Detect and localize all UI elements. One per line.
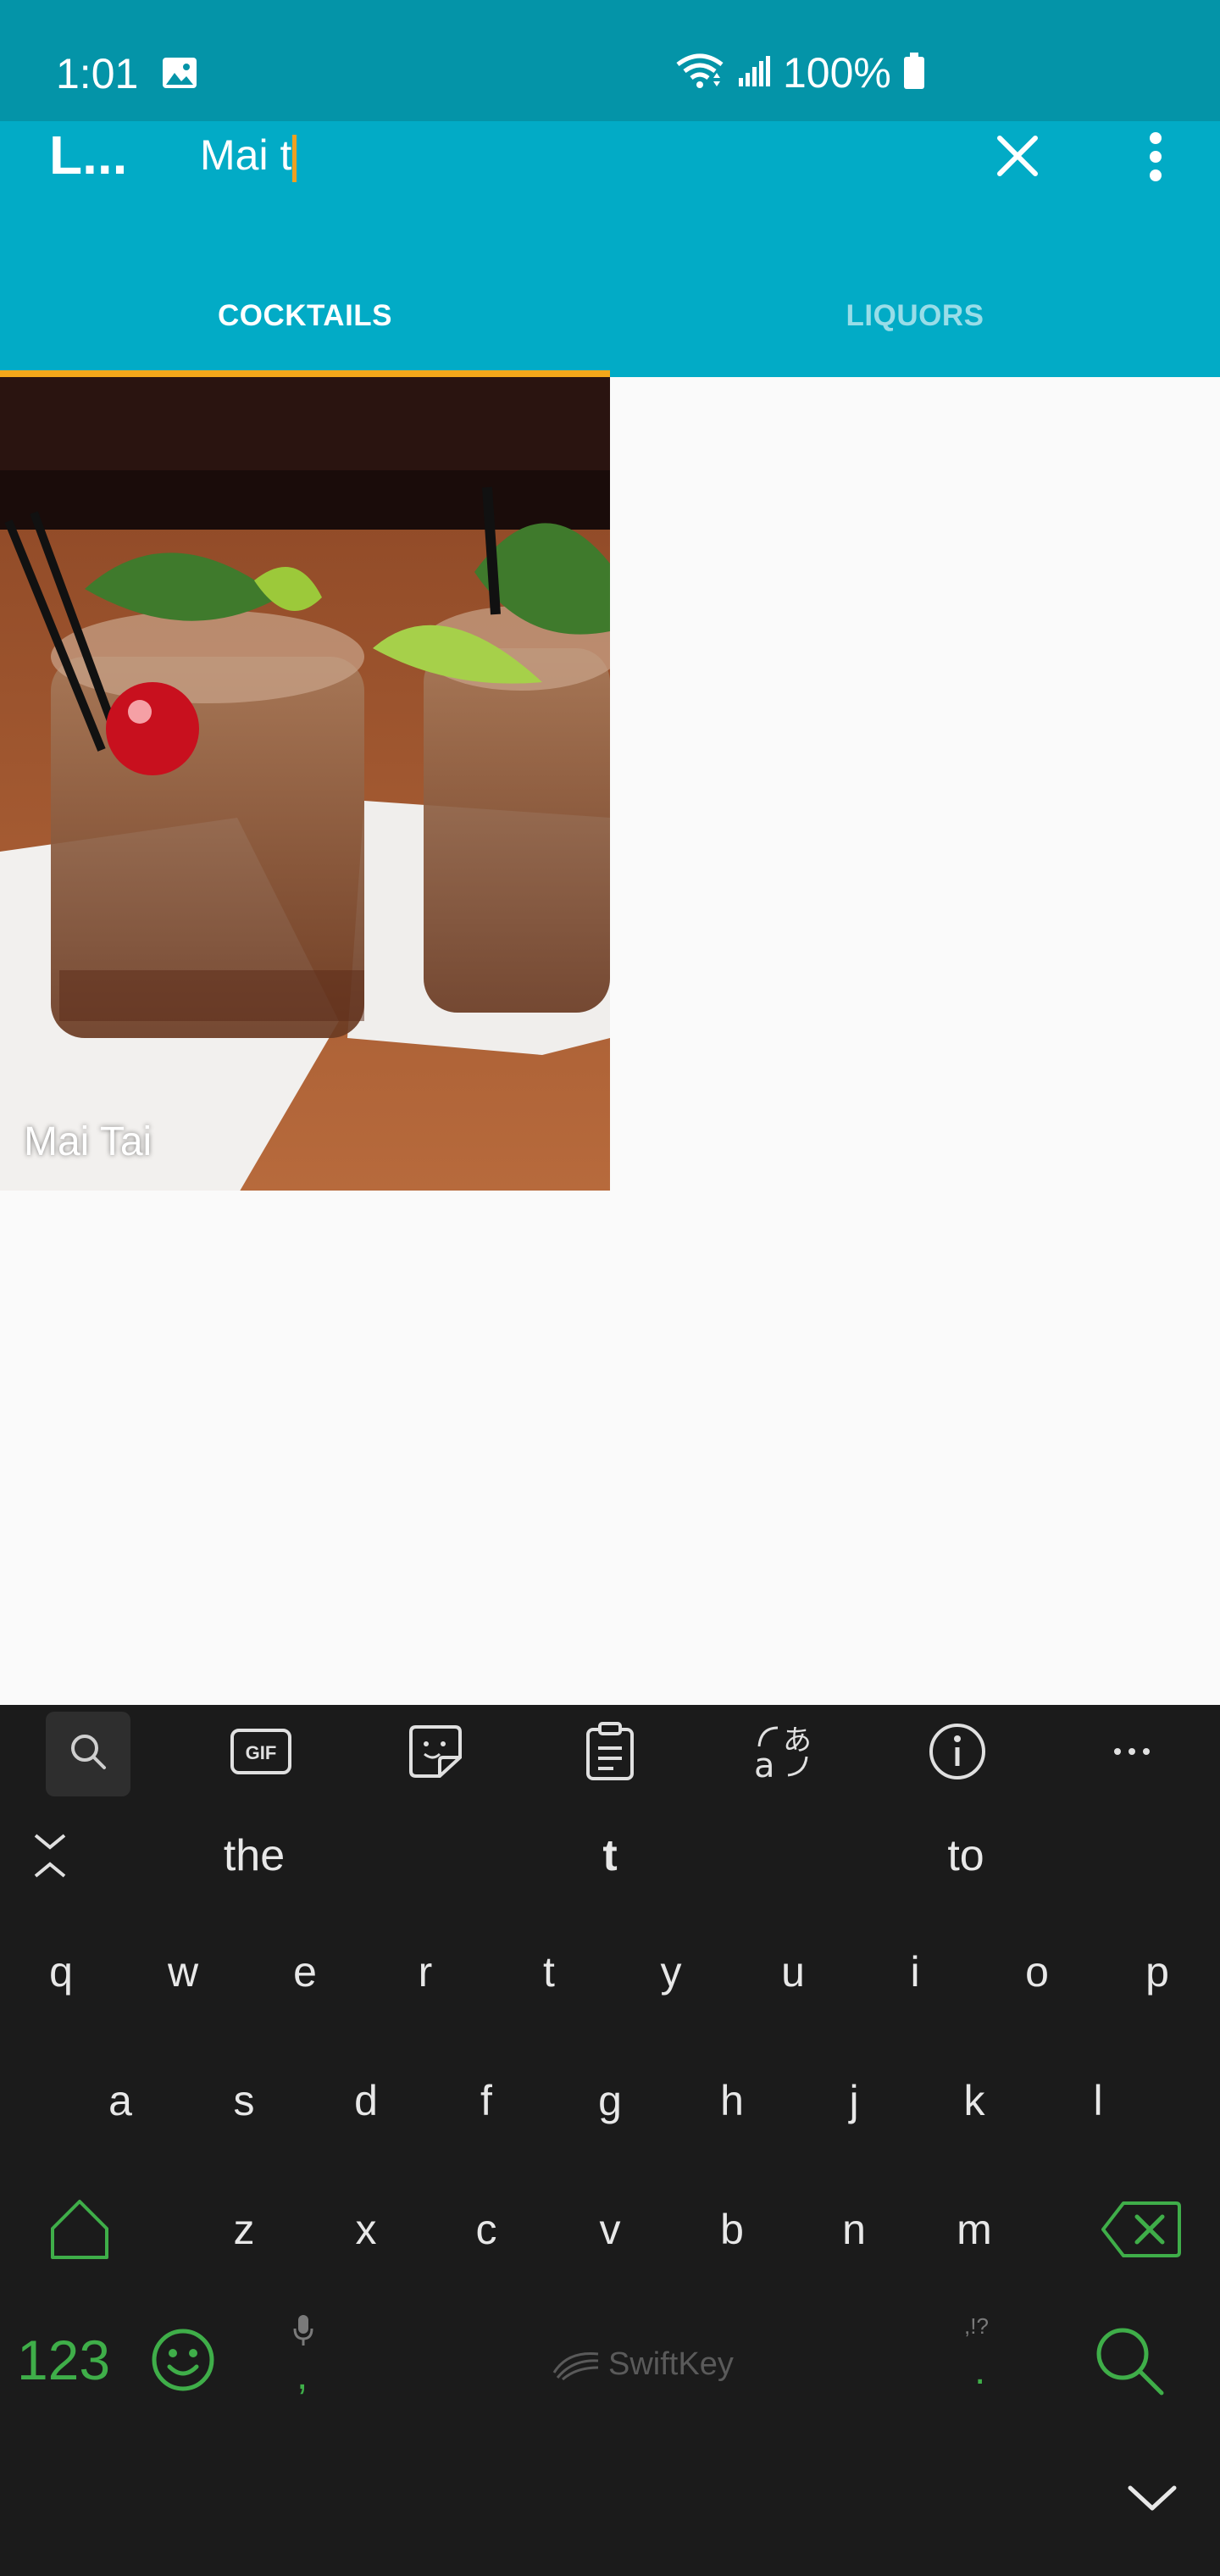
- key-d[interactable]: d: [315, 2054, 417, 2147]
- key-s[interactable]: s: [193, 2054, 295, 2147]
- key-r[interactable]: r: [374, 1925, 476, 2018]
- swiftkey-logo-icon: [552, 2351, 599, 2381]
- more-vert-icon[interactable]: [1132, 126, 1179, 187]
- wifi-icon: [674, 53, 725, 94]
- cocktail-image: [0, 377, 610, 1191]
- tab-liquors[interactable]: LIQUORS: [610, 254, 1220, 377]
- search-input[interactable]: Mai t: [200, 121, 297, 189]
- key-p[interactable]: p: [1106, 1925, 1208, 2018]
- key-a[interactable]: a: [69, 2054, 171, 2147]
- status-time: 1:01: [56, 50, 139, 97]
- gallery-icon: [161, 56, 198, 94]
- key-u[interactable]: u: [742, 1925, 844, 2018]
- suggestion-left[interactable]: the: [127, 1822, 381, 1890]
- key-b[interactable]: b: [681, 2183, 783, 2276]
- emoji-key[interactable]: [132, 2313, 234, 2407]
- key-z[interactable]: z: [193, 2183, 295, 2276]
- clipboard-icon[interactable]: [568, 1705, 652, 1798]
- key-h[interactable]: h: [681, 2054, 783, 2147]
- key-g[interactable]: g: [559, 2054, 661, 2147]
- status-bar: 1:01 100%: [0, 0, 1220, 121]
- search-input-value: Mai t: [200, 131, 292, 179]
- period-key[interactable]: ,!? .: [957, 2313, 1008, 2407]
- gif-icon[interactable]: GIF: [219, 1705, 303, 1798]
- svg-text:あ: あ: [783, 1724, 812, 1757]
- key-e[interactable]: e: [254, 1925, 356, 2018]
- cocktail-card[interactable]: Mai Tai: [0, 377, 610, 1191]
- info-icon[interactable]: [915, 1705, 1000, 1798]
- spacebar[interactable]: SwiftKey: [551, 2339, 734, 2390]
- comma-key-label: ,: [297, 2353, 308, 2398]
- battery-level: 100%: [783, 49, 891, 97]
- backspace-key[interactable]: [1090, 2183, 1191, 2276]
- key-o[interactable]: o: [986, 1925, 1088, 2018]
- tab-indicator: [0, 370, 610, 377]
- close-icon[interactable]: [991, 130, 1044, 182]
- mic-icon: [291, 2313, 315, 2351]
- key-j[interactable]: j: [803, 2054, 905, 2147]
- signal-icon: [737, 54, 771, 92]
- tab-bar: COCKTAILS LIQUORS: [0, 254, 1220, 377]
- key-w[interactable]: w: [132, 1925, 234, 2018]
- svg-text:a: a: [754, 1746, 775, 1782]
- suggestion-center[interactable]: t: [483, 1822, 737, 1890]
- cocktail-name: Mai Tai: [24, 1119, 152, 1164]
- key-n[interactable]: n: [803, 2183, 905, 2276]
- key-l[interactable]: l: [1047, 2054, 1149, 2147]
- key-c[interactable]: c: [435, 2183, 537, 2276]
- period-key-label: .: [974, 2348, 986, 2393]
- battery-icon: [903, 52, 925, 94]
- key-t[interactable]: t: [498, 1925, 600, 2018]
- numbers-key[interactable]: 123: [8, 2313, 119, 2407]
- translate-icon[interactable]: aあ: [740, 1705, 825, 1798]
- sticker-icon[interactable]: [393, 1705, 478, 1798]
- key-x[interactable]: x: [315, 2183, 417, 2276]
- search-icon[interactable]: [46, 1705, 130, 1798]
- svg-text:GIF: GIF: [246, 1742, 277, 1763]
- swiftkey-brand-label: SwiftKey: [608, 2346, 734, 2382]
- shift-key[interactable]: [29, 2183, 130, 2276]
- key-f[interactable]: f: [435, 2054, 537, 2147]
- suggestion-right[interactable]: to: [839, 1822, 1093, 1890]
- key-q[interactable]: q: [10, 1925, 112, 2018]
- key-y[interactable]: y: [620, 1925, 722, 2018]
- collapse-suggestions-icon[interactable]: [29, 1830, 71, 1885]
- text-caret: [292, 134, 297, 182]
- punctuation-hint: ,!?: [964, 2313, 989, 2339]
- key-v[interactable]: v: [559, 2183, 661, 2276]
- tab-cocktails[interactable]: COCKTAILS: [0, 254, 610, 377]
- status-right: 100%: [674, 47, 925, 98]
- key-m[interactable]: m: [923, 2183, 1025, 2276]
- key-k[interactable]: k: [923, 2054, 1025, 2147]
- more-icon[interactable]: [1090, 1705, 1174, 1798]
- keyboard-search-key[interactable]: [1078, 2313, 1179, 2407]
- comma-key[interactable]: ,: [280, 2313, 330, 2407]
- app-title: L...: [49, 125, 128, 186]
- key-i[interactable]: i: [864, 1925, 966, 2018]
- hide-keyboard-icon[interactable]: [1127, 2483, 1178, 2518]
